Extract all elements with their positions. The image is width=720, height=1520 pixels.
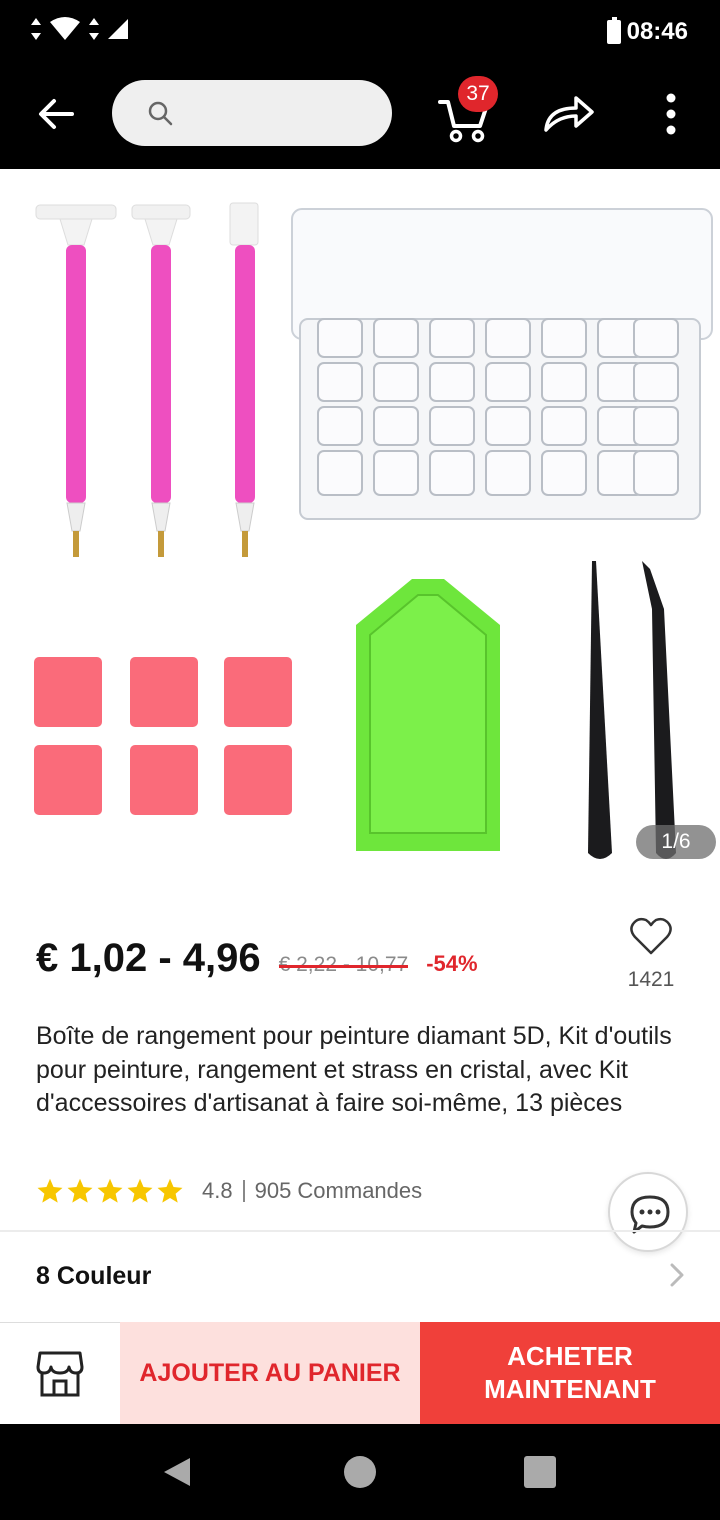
wax-pads [34,657,292,815]
top-nav: 37 [0,66,720,169]
star-icon [127,1178,153,1203]
star-icon [157,1178,183,1203]
status-bar: 08:46 [0,0,720,66]
rating-value: 4.8 [202,1178,233,1203]
back-button[interactable] [34,92,78,136]
nav-recents-icon[interactable] [524,1456,556,1488]
nav-back-icon[interactable] [162,1456,192,1488]
share-icon [544,96,594,132]
green-tray [356,579,500,851]
wifi-icon [50,17,80,40]
product-photo [34,202,713,859]
star-icon [37,1178,63,1203]
battery-icon [606,17,621,44]
nav-home-icon[interactable] [344,1456,376,1488]
search-bar[interactable] [112,80,392,146]
data-arrows-icon [89,18,99,40]
data-arrows-icon [31,18,41,40]
wishlist-button[interactable]: 1421 [620,916,682,992]
price: € 1,02 - 4,96 [36,936,261,980]
variant-selector-row[interactable]: 8 Couleur [0,1232,720,1320]
separator [242,1180,245,1202]
share-button[interactable] [540,92,596,136]
more-vertical-icon [666,93,676,135]
original-price: € 2,22 - 10,77 [278,953,409,976]
price-row: € 1,02 - 4,96 € 2,22 - 10,77 -54% [36,936,478,981]
rating-stars [36,1177,184,1205]
clock: 08:46 [626,18,688,45]
tweezers [588,561,676,859]
search-icon [148,101,173,126]
add-to-cart-button[interactable]: AJOUTER AU PANIER [120,1322,420,1424]
variant-label: 8 Couleur [36,1262,152,1290]
diamond-pens [35,202,259,557]
cart-count-badge: 37 [458,76,498,112]
system-nav-bar [0,1424,720,1520]
store-icon [36,1351,84,1397]
heart-icon [630,917,672,955]
chevron-right-icon [670,1263,684,1287]
buy-now-button[interactable]: ACHETER MAINTENANT [420,1322,720,1424]
store-button[interactable] [0,1322,120,1424]
signal-icon [108,19,128,39]
storage-box [291,208,713,520]
action-bar: AJOUTER AU PANIER ACHETER MAINTENANT [0,1322,720,1424]
search-input[interactable] [184,92,374,134]
discount-badge: -54% [426,951,478,976]
star-icon [97,1178,123,1203]
status-icons [30,16,130,42]
product-image-carousel[interactable]: 1/6 [0,169,720,889]
order-count: 905 Commandes [254,1178,423,1203]
rating-row[interactable]: 4.8 905 Commandes [36,1176,422,1206]
product-title: Boîte de rangement pour peinture diamant… [36,1022,672,1117]
arrow-left-icon [39,99,74,129]
more-options-button[interactable] [656,90,686,138]
image-counter: 1/6 [636,825,716,859]
wishlist-count: 1421 [627,968,675,991]
star-icon [67,1178,93,1203]
